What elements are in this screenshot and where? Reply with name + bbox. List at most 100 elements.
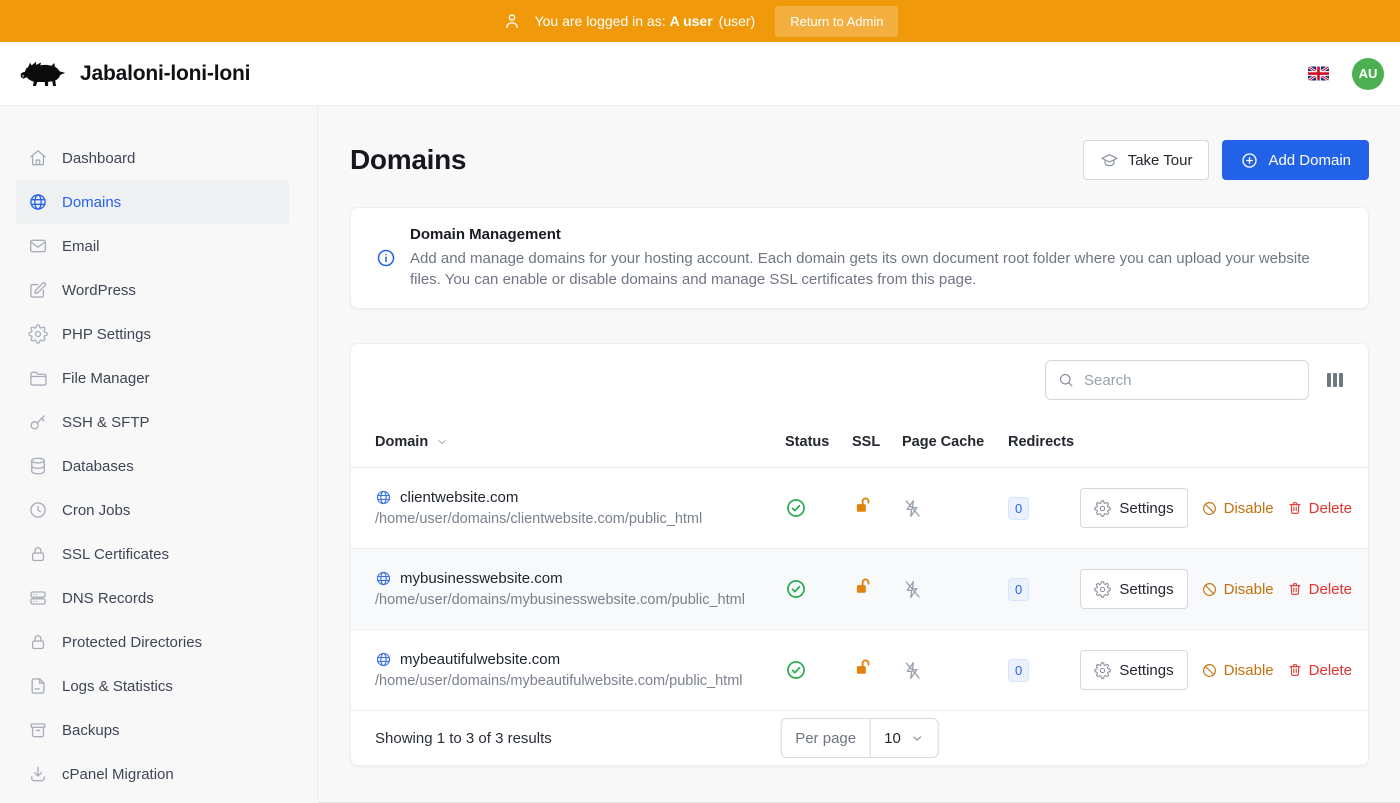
domain-cell: mybusinesswebsite.com /home/user/domains… xyxy=(375,570,785,608)
per-page-label: Per page xyxy=(781,719,871,757)
redirects-count-badge[interactable]: 0 xyxy=(1008,497,1029,520)
status-enabled-icon[interactable] xyxy=(785,659,852,681)
delete-button[interactable]: Delete xyxy=(1287,581,1352,598)
sidebar-item-label: File Manager xyxy=(62,370,150,387)
ban-icon xyxy=(1201,500,1218,517)
home-icon xyxy=(28,148,48,168)
sidebar-item-protected-directories[interactable]: Protected Directories xyxy=(16,620,289,664)
sidebar-item-databases[interactable]: Databases xyxy=(16,444,289,488)
domains-table-card: Domain Status SSL Page Cache Redirects c… xyxy=(350,343,1369,766)
sidebar-item-label: SSH & SFTP xyxy=(62,414,150,431)
domain-name: mybusinesswebsite.com xyxy=(400,570,563,587)
ssl-unlocked-icon[interactable] xyxy=(852,576,902,602)
brand-name: Jabaloni-loni-loni xyxy=(80,62,250,86)
page-title: Domains xyxy=(350,144,466,176)
sidebar-item-ssl-certificates[interactable]: SSL Certificates xyxy=(16,532,289,576)
column-header-status: Status xyxy=(785,434,852,450)
settings-button[interactable]: Settings xyxy=(1080,569,1187,609)
sidebar-item-wordpress[interactable]: WordPress xyxy=(16,268,289,312)
language-selector[interactable] xyxy=(1308,66,1329,81)
ssl-unlocked-icon[interactable] xyxy=(852,657,902,683)
disable-button[interactable]: Disable xyxy=(1201,500,1274,517)
sidebar-item-label: Protected Directories xyxy=(62,634,202,651)
sidebar-item-label: Cron Jobs xyxy=(62,502,130,519)
graduation-cap-icon xyxy=(1100,151,1119,170)
redirects-count-badge[interactable]: 0 xyxy=(1008,659,1029,682)
download-icon xyxy=(28,764,48,784)
sidebar-item-logs-statistics[interactable]: Logs & Statistics xyxy=(16,664,289,708)
status-enabled-icon[interactable] xyxy=(785,497,852,519)
sidebar-item-ssh-sftp[interactable]: SSH & SFTP xyxy=(16,400,289,444)
disable-button[interactable]: Disable xyxy=(1201,581,1274,598)
search-input[interactable] xyxy=(1045,360,1309,400)
globe-icon xyxy=(375,651,392,668)
table-row: mybeautifulwebsite.com /home/user/domain… xyxy=(351,630,1368,711)
delete-button[interactable]: Delete xyxy=(1287,662,1352,679)
per-page-select[interactable]: 10 xyxy=(871,719,938,757)
sidebar-item-label: Logs & Statistics xyxy=(62,678,173,695)
boar-logo-icon xyxy=(18,56,70,92)
domain-name: mybeautifulwebsite.com xyxy=(400,651,560,668)
chevron-down-icon xyxy=(910,731,925,746)
gear-icon xyxy=(1094,581,1111,598)
chevron-down-icon xyxy=(435,435,449,449)
gear-icon xyxy=(1094,662,1111,679)
sidebar-item-label: PHP Settings xyxy=(62,326,151,343)
take-tour-button[interactable]: Take Tour xyxy=(1083,140,1210,180)
table-footer: Showing 1 to 3 of 3 results Per page 10 xyxy=(351,711,1368,765)
page-cache-off-icon[interactable] xyxy=(902,579,1008,600)
column-visibility-button[interactable] xyxy=(1326,371,1344,389)
sidebar-item-label: Domains xyxy=(62,194,121,211)
impersonation-banner: You are logged in as: A user (user) Retu… xyxy=(0,0,1400,42)
disable-button[interactable]: Disable xyxy=(1201,662,1274,679)
clock-icon xyxy=(28,500,48,520)
add-domain-button[interactable]: Add Domain xyxy=(1222,140,1369,180)
column-header-page-cache: Page Cache xyxy=(902,434,1008,450)
info-box-title: Domain Management xyxy=(410,226,1344,243)
sidebar-item-php-settings[interactable]: PHP Settings xyxy=(16,312,289,356)
ssl-unlocked-icon[interactable] xyxy=(852,495,902,521)
ban-icon xyxy=(1201,662,1218,679)
sidebar-item-dns-records[interactable]: DNS Records xyxy=(16,576,289,620)
lock-icon xyxy=(28,544,48,564)
sidebar-item-file-manager[interactable]: File Manager xyxy=(16,356,289,400)
sidebar-item-label: SSL Certificates xyxy=(62,546,169,563)
sidebar-item-domains[interactable]: Domains xyxy=(16,180,289,224)
logged-in-text: You are logged in as: xyxy=(535,13,666,29)
domain-management-info-box: Domain Management Add and manage domains… xyxy=(350,207,1369,309)
settings-button[interactable]: Settings xyxy=(1080,650,1187,690)
gear-icon xyxy=(28,324,48,344)
trash-icon xyxy=(1287,662,1303,678)
logged-in-role: (user) xyxy=(719,13,756,29)
user-avatar[interactable]: AU xyxy=(1352,58,1384,90)
sidebar-item-cpanel-migration[interactable]: cPanel Migration xyxy=(16,752,289,796)
table-row: clientwebsite.com /home/user/domains/cli… xyxy=(351,468,1368,549)
sidebar-item-label: cPanel Migration xyxy=(62,766,174,783)
per-page-control: Per page 10 xyxy=(780,718,939,758)
settings-button[interactable]: Settings xyxy=(1080,488,1187,528)
trash-icon xyxy=(1287,581,1303,597)
globe-icon xyxy=(375,489,392,506)
page-cache-off-icon[interactable] xyxy=(902,498,1008,519)
sidebar-item-label: WordPress xyxy=(62,282,136,299)
delete-button[interactable]: Delete xyxy=(1287,500,1352,517)
columns-icon xyxy=(1326,371,1344,389)
page-cache-off-icon[interactable] xyxy=(902,660,1008,681)
sidebar-item-backups[interactable]: Backups xyxy=(16,708,289,752)
info-icon xyxy=(375,247,397,269)
info-box-description: Add and manage domains for your hosting … xyxy=(410,249,1344,290)
redirects-count-badge[interactable]: 0 xyxy=(1008,578,1029,601)
status-enabled-icon[interactable] xyxy=(785,578,852,600)
main-content: Domains Take Tour Add Domain Domain Mana… xyxy=(318,106,1400,800)
sidebar-item-dashboard[interactable]: Dashboard xyxy=(16,136,289,180)
return-to-admin-button[interactable]: Return to Admin xyxy=(775,6,898,37)
sidebar-item-email[interactable]: Email xyxy=(16,224,289,268)
column-header-ssl: SSL xyxy=(852,434,902,450)
uk-flag-icon xyxy=(1308,66,1329,81)
search-icon xyxy=(1057,371,1075,389)
sidebar-item-cron-jobs[interactable]: Cron Jobs xyxy=(16,488,289,532)
globe-icon xyxy=(28,192,48,212)
globe-icon xyxy=(375,570,392,587)
column-header-domain[interactable]: Domain xyxy=(375,434,785,450)
sidebar-item-label: Email xyxy=(62,238,100,255)
